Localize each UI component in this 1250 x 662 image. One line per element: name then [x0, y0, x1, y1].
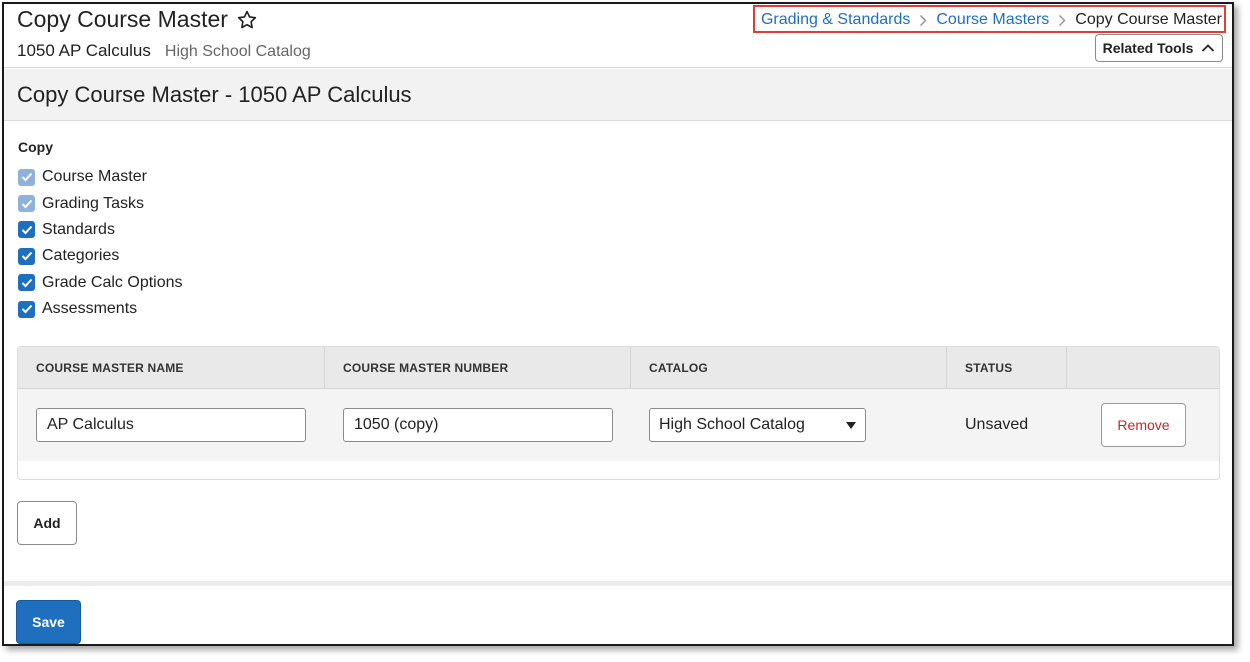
column-header-status: STATUS [947, 347, 1067, 389]
course-master-table: COURSE MASTER NAME COURSE MASTER NUMBER … [17, 346, 1220, 480]
copy-option-grade-calc-options: Grade Calc Options [18, 270, 183, 296]
copy-label: Copy [18, 139, 53, 155]
caret-down-icon [846, 422, 856, 429]
add-button[interactable]: Add [17, 501, 77, 545]
checkbox-grading-tasks [18, 195, 35, 213]
related-tools-label: Related Tools [1102, 40, 1194, 56]
catalog-select[interactable]: High School Catalog [649, 408, 866, 442]
related-tools-button[interactable]: Related Tools [1095, 34, 1223, 62]
column-header-number: COURSE MASTER NUMBER [325, 347, 631, 389]
checkbox-course-master [18, 168, 35, 186]
table-row: High School Catalog Unsaved Remove [18, 389, 1219, 461]
copy-option-grading-tasks: Grading Tasks [18, 190, 183, 216]
checkbox-label: Grading Tasks [42, 194, 144, 212]
copy-options-list: Course Master Grading Tasks Standards Ca… [18, 164, 183, 322]
copy-option-categories: Categories [18, 243, 183, 269]
chevron-right-icon [1049, 13, 1075, 27]
section-title: Copy Course Master - 1050 AP Calculus [17, 82, 412, 107]
page-header: Copy Course Master 1050 AP Calculus High… [4, 4, 1232, 68]
checkbox-label: Course Master [42, 168, 147, 186]
checkbox-label[interactable]: Assessments [42, 300, 137, 318]
table-header: COURSE MASTER NAME COURSE MASTER NUMBER … [18, 347, 1219, 389]
copy-option-assessments: Assessments [18, 296, 183, 322]
save-button[interactable]: Save [16, 600, 81, 644]
status-text: Unsaved [965, 416, 1029, 433]
column-header-name: COURSE MASTER NAME [18, 347, 325, 389]
course-name: 1050 AP Calculus [17, 41, 151, 60]
page-footer: Save [4, 581, 1232, 644]
catalog-name: High School Catalog [164, 43, 311, 60]
remove-button[interactable]: Remove [1101, 403, 1186, 447]
catalog-select-value: High School Catalog [659, 416, 805, 433]
column-header-actions [1067, 347, 1219, 389]
breadcrumb: Grading & Standards Course Masters Copy … [752, 5, 1226, 33]
column-header-catalog: CATALOG [631, 347, 947, 389]
checkbox-standards[interactable] [18, 221, 35, 239]
checkbox-label[interactable]: Grade Calc Options [42, 274, 183, 292]
checkbox-categories[interactable] [18, 247, 35, 265]
course-master-name-input[interactable] [36, 408, 306, 442]
app-window: Copy Course Master 1050 AP Calculus High… [2, 2, 1234, 646]
page-subtitle: 1050 AP Calculus High School Catalog [17, 41, 311, 61]
page-title-text: Copy Course Master [17, 6, 228, 32]
checkbox-grade-calc-options[interactable] [18, 274, 35, 292]
breadcrumb-grading-standards[interactable]: Grading & Standards [761, 11, 910, 29]
checkbox-assessments[interactable] [18, 300, 35, 318]
star-outline-icon[interactable] [236, 9, 258, 31]
chevron-up-icon [1202, 44, 1215, 52]
section-header: Copy Course Master - 1050 AP Calculus [4, 69, 1232, 121]
checkbox-label[interactable]: Standards [42, 221, 115, 239]
course-master-number-input[interactable] [343, 408, 613, 442]
checkbox-label[interactable]: Categories [42, 247, 119, 265]
breadcrumb-current: Copy Course Master [1075, 11, 1222, 28]
breadcrumb-course-masters[interactable]: Course Masters [936, 11, 1049, 29]
copy-option-standards: Standards [18, 217, 183, 243]
chevron-right-icon [910, 13, 936, 27]
page-title: Copy Course Master [17, 6, 258, 33]
copy-option-course-master: Course Master [18, 164, 183, 190]
